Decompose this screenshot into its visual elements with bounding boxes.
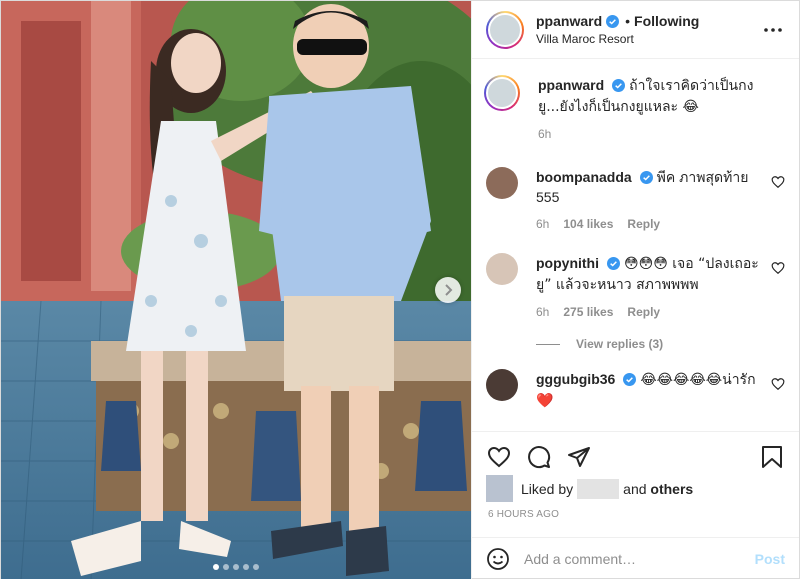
verified-badge-icon bbox=[623, 373, 637, 386]
separator-dot: • bbox=[625, 13, 631, 29]
carousel-next-button[interactable] bbox=[435, 277, 461, 303]
heart-outline-icon[interactable] bbox=[771, 377, 785, 391]
carousel-dot bbox=[253, 564, 259, 570]
commenter-avatar[interactable] bbox=[486, 253, 518, 285]
comment-time[interactable]: 6h bbox=[536, 217, 549, 231]
carousel-dot bbox=[243, 564, 249, 570]
like-button[interactable] bbox=[486, 444, 512, 470]
comments-list[interactable]: ppanward ถ้าใจเราคิดว่าเป็นกงยู...ยังไงก็… bbox=[472, 59, 799, 431]
comment-time[interactable]: 6h bbox=[536, 305, 549, 319]
comment-username[interactable]: gggubgib36 bbox=[536, 371, 615, 387]
smiley-icon[interactable] bbox=[486, 547, 510, 571]
reply-button[interactable]: Reply bbox=[627, 305, 660, 319]
likes-others-link[interactable]: others bbox=[650, 481, 693, 497]
verified-badge-icon bbox=[606, 14, 620, 28]
comment-likes[interactable]: 275 likes bbox=[563, 305, 613, 319]
comment-username[interactable]: boompanadda bbox=[536, 169, 632, 185]
carousel-dot bbox=[213, 564, 219, 570]
caption: ppanward ถ้าใจเราคิดว่าเป็นกงยู...ยังไงก็… bbox=[484, 75, 785, 141]
view-replies-button[interactable]: View replies (3) bbox=[536, 337, 785, 351]
comment-bubble-icon bbox=[528, 445, 551, 468]
chevron-right-icon bbox=[445, 284, 453, 296]
post-photo[interactable] bbox=[1, 1, 471, 579]
view-replies-label: View replies (3) bbox=[576, 337, 664, 351]
comment-item: boompanadda พีค ภาพสุดท้าย 555 6h 104 lik… bbox=[486, 167, 785, 231]
post-action-bar bbox=[472, 431, 799, 481]
post-header: ppanward • Following Villa Maroc Resort bbox=[472, 1, 799, 59]
carousel-dot bbox=[223, 564, 229, 570]
heart-outline-icon[interactable] bbox=[771, 175, 785, 189]
comment-username[interactable]: popynithi bbox=[536, 255, 599, 271]
post-location[interactable]: Villa Maroc Resort bbox=[536, 32, 761, 46]
verified-badge-icon bbox=[607, 257, 620, 270]
replies-divider bbox=[536, 343, 560, 345]
verified-badge-icon bbox=[612, 79, 626, 92]
add-comment-input[interactable] bbox=[524, 551, 755, 567]
liker-username[interactable] bbox=[577, 478, 620, 499]
caption-username[interactable]: ppanward bbox=[538, 77, 604, 93]
verified-badge-icon bbox=[639, 171, 653, 184]
author-username[interactable]: ppanward bbox=[536, 13, 602, 29]
photo-scene bbox=[1, 1, 471, 579]
instagram-post-modal: ppanward • Following Villa Maroc Resort bbox=[0, 0, 800, 579]
liked-by-prefix: Liked by bbox=[521, 480, 574, 497]
reply-button[interactable]: Reply bbox=[627, 217, 660, 231]
post-side-panel: ppanward • Following Villa Maroc Resort bbox=[471, 1, 799, 579]
heart-outline-icon bbox=[487, 446, 511, 467]
liker-avatar[interactable] bbox=[486, 475, 513, 502]
liked-by-connector: and bbox=[623, 480, 647, 497]
heart-outline-icon[interactable] bbox=[771, 261, 785, 275]
more-horizontal-icon bbox=[764, 27, 782, 32]
save-button[interactable] bbox=[759, 444, 785, 470]
author-avatar-small[interactable] bbox=[484, 75, 520, 111]
share-button[interactable] bbox=[566, 444, 592, 470]
paper-plane-icon bbox=[568, 446, 590, 467]
add-comment-bar: Post bbox=[472, 537, 799, 579]
caption-time[interactable]: 6h bbox=[538, 127, 551, 141]
bookmark-icon bbox=[762, 445, 782, 468]
author-avatar[interactable] bbox=[486, 10, 524, 49]
carousel-indicator bbox=[1, 564, 471, 570]
comment-item: gggubgib36 😂😂😂😂😂น่ารัก❤️ bbox=[486, 369, 785, 411]
commenter-avatar[interactable] bbox=[486, 167, 518, 199]
more-options-button[interactable] bbox=[761, 18, 785, 42]
post-timestamp[interactable]: 6 HOURS AGO bbox=[488, 509, 559, 520]
carousel-dot bbox=[233, 564, 239, 570]
comment-item: popynithi 😳😳😳 เจอ “ปลงเถอะยู” แล้วจะหนาว … bbox=[486, 253, 785, 319]
post-comment-button[interactable]: Post bbox=[755, 551, 785, 567]
comment-button[interactable] bbox=[526, 444, 552, 470]
comment-likes[interactable]: 104 likes bbox=[563, 217, 613, 231]
likes-summary: Liked by and others bbox=[486, 475, 785, 502]
commenter-avatar[interactable] bbox=[486, 369, 518, 401]
follow-status-button[interactable]: Following bbox=[634, 13, 699, 29]
